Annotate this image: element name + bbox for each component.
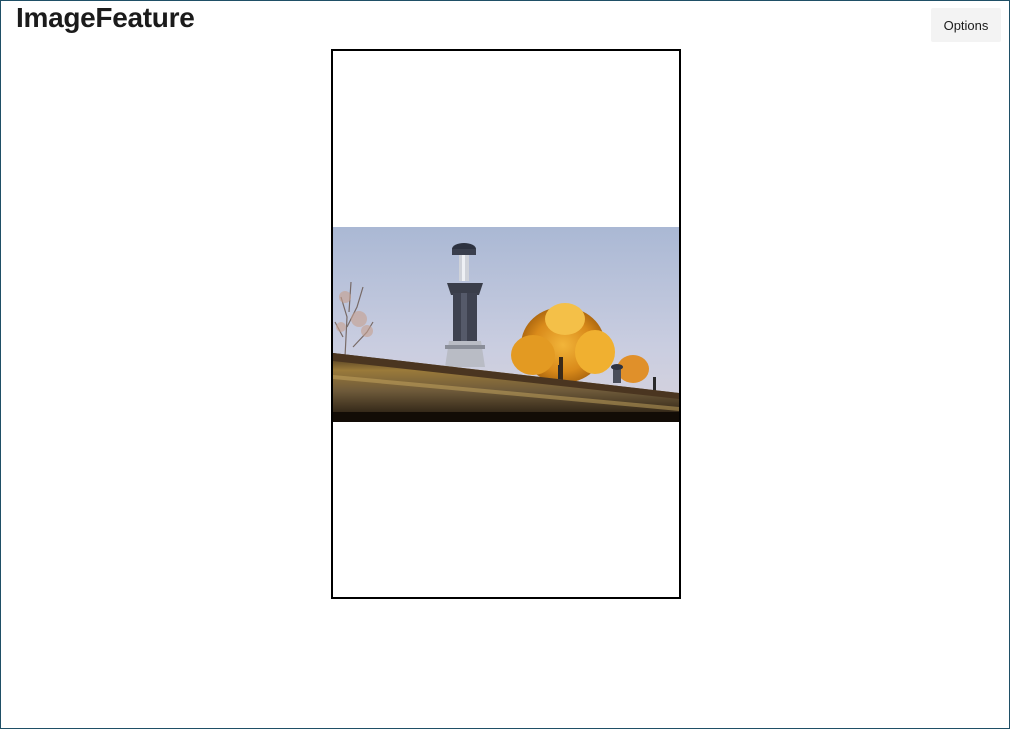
- chimney-photo-icon: [333, 227, 679, 422]
- image-frame: [331, 49, 681, 599]
- app-window: ImageFeature Options: [0, 0, 1010, 729]
- options-button[interactable]: Options: [931, 8, 1001, 42]
- displayed-image: [333, 227, 679, 422]
- page-title: ImageFeature: [16, 2, 195, 33]
